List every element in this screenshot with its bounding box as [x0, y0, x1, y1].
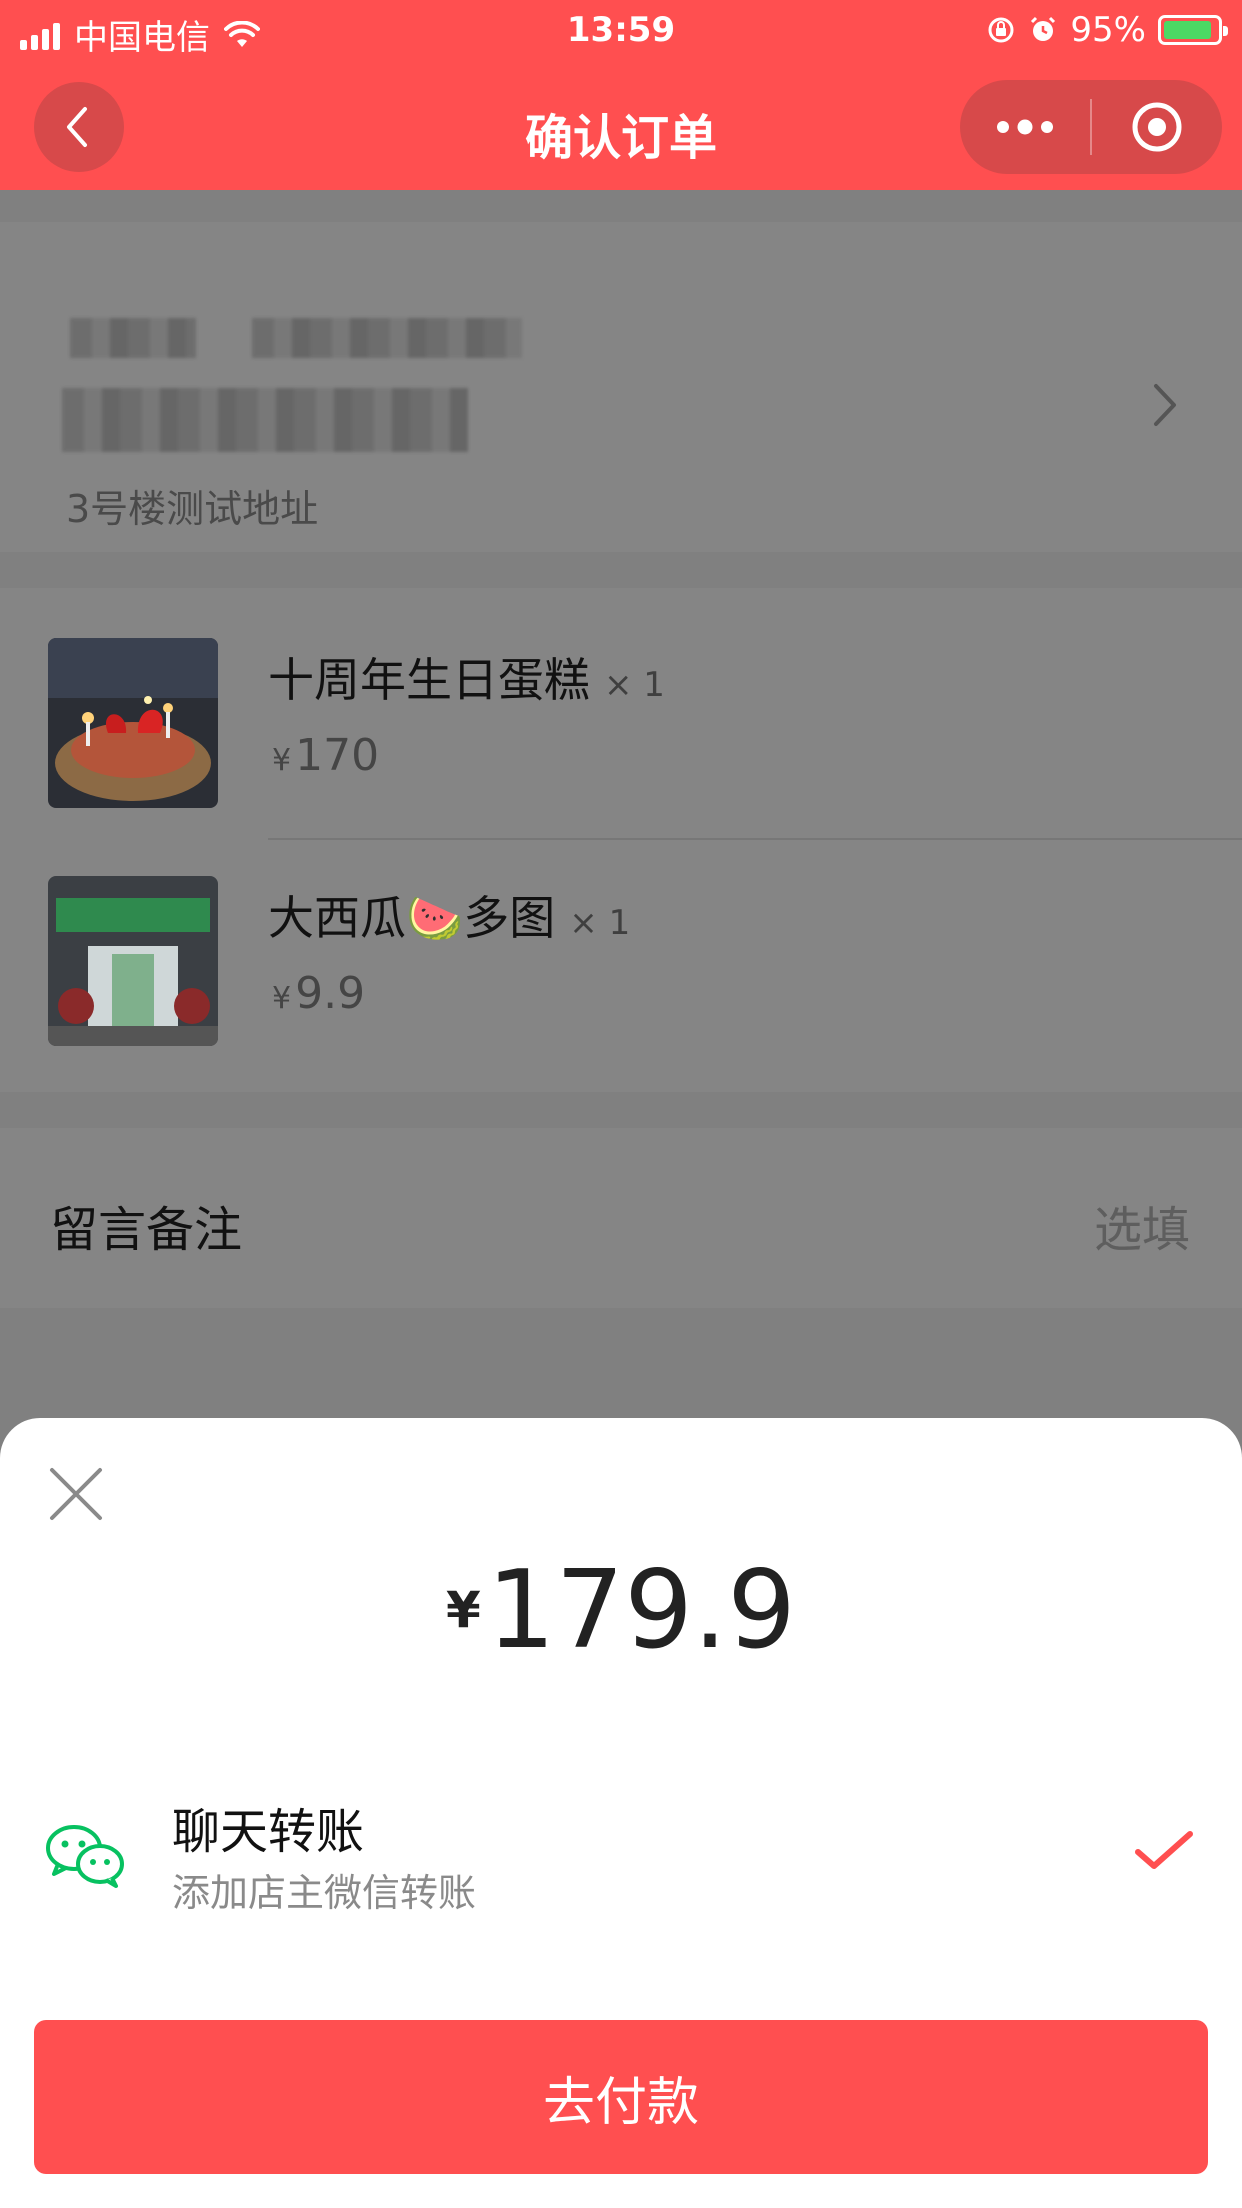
blurred-address	[62, 388, 468, 452]
currency-symbol: ¥	[272, 743, 292, 778]
close-mini-program-button[interactable]	[1092, 80, 1222, 174]
blurred-name	[70, 318, 196, 358]
status-right: 95%	[986, 10, 1228, 50]
currency-symbol: ¥	[446, 1581, 481, 1639]
product-price: ¥170	[272, 730, 380, 781]
pay-button[interactable]: 去付款	[34, 2020, 1208, 2174]
product-image-shop	[48, 876, 218, 1046]
target-circle-icon	[1132, 102, 1182, 152]
battery-percent: 95%	[1070, 10, 1146, 50]
battery-icon	[1158, 15, 1228, 45]
address-detail: 3号楼测试地址	[66, 487, 319, 531]
remark-label: 留言备注	[50, 1202, 243, 1258]
pay-method-description: 添加店主微信转账	[172, 1871, 477, 1915]
pay-method-option[interactable]: 聊天转账 添加店主微信转账	[0, 1758, 1242, 1938]
more-dots-icon	[997, 119, 1053, 135]
chevron-right-icon	[1154, 384, 1176, 426]
payment-amount: ¥179.9	[0, 1548, 1242, 1673]
nav-bar: 确认订单	[0, 62, 1242, 190]
currency-symbol: ¥	[272, 981, 292, 1016]
remark-row[interactable]: 留言备注 选填	[0, 1128, 1242, 1308]
product-image-cake	[48, 638, 218, 808]
amount-value: 179.9	[486, 1548, 796, 1673]
checkmark-icon	[1135, 1831, 1193, 1869]
rotation-lock-icon	[988, 17, 1014, 43]
close-button[interactable]	[46, 1464, 106, 1524]
mini-program-capsule	[960, 80, 1222, 174]
product-name: 大西瓜🍉多图 × 1	[268, 891, 631, 945]
status-bar: 中国电信 13:59 95%	[0, 0, 1242, 62]
address-card[interactable]: 3号楼测试地址	[0, 222, 1242, 552]
pay-method-title: 聊天转账	[172, 1804, 365, 1860]
product-name: 十周年生日蛋糕 × 1	[268, 653, 665, 707]
payment-sheet: ¥179.9 聊天转账 添加店主微信转账 去付款	[0, 1418, 1242, 2208]
wechat-icon	[46, 1825, 124, 1888]
product-price: ¥9.9	[272, 968, 366, 1019]
blurred-phone	[252, 318, 522, 358]
product-qty: × 1	[604, 665, 665, 705]
close-icon	[50, 1468, 102, 1520]
list-item[interactable]: 十周年生日蛋糕 × 1 ¥170	[0, 588, 1242, 826]
alarm-icon	[1031, 16, 1056, 41]
goods-card: 十周年生日蛋糕 × 1 ¥170 大西瓜🍉多图 × 1 ¥9.9	[0, 588, 1242, 1092]
list-item[interactable]: 大西瓜🍉多图 × 1 ¥9.9	[0, 826, 1242, 1064]
more-button[interactable]	[960, 80, 1090, 174]
product-qty: × 1	[569, 903, 631, 943]
remark-input[interactable]: 选填	[1094, 1190, 1190, 1260]
